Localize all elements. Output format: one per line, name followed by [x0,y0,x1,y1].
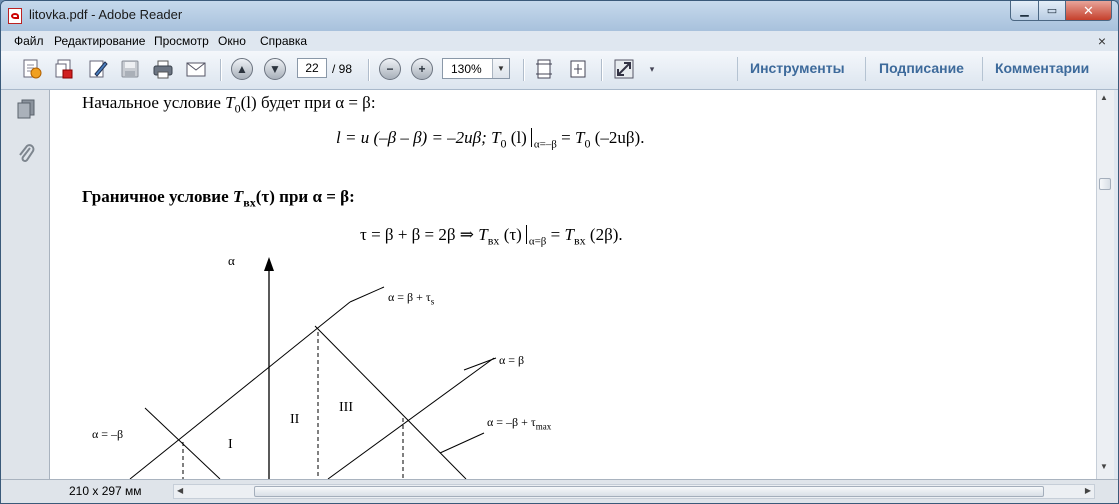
minimize-icon: ▁ [1020,5,1029,17]
scroll-right-icon[interactable]: ▶ [1085,486,1091,495]
scroll-mode-button[interactable] [532,57,556,81]
minimize-button[interactable]: ▁ [1010,1,1039,21]
print-button[interactable] [151,57,175,81]
page-total: / 98 [332,62,353,76]
edit-pdf-button[interactable] [86,57,110,81]
zoom-select[interactable]: 130% ▼ [442,58,510,79]
toolbar-options-button[interactable]: ▾ [643,57,661,81]
menu-bar: Файл Редактирование Просмотр Окно Справк… [1,31,1118,51]
document-close-icon[interactable]: × [1098,33,1106,49]
full-screen-icon [614,59,634,79]
combine-files-icon [55,59,73,79]
arrow-up-icon: ▲ [231,58,253,80]
fit-page-icon [570,60,586,78]
save-button[interactable] [118,57,142,81]
vertical-scroll-thumb[interactable] [1099,178,1111,190]
next-page-button[interactable]: ▼ [263,57,287,81]
attachments-button[interactable] [15,142,37,164]
plus-icon: + [411,58,433,80]
toolbar-separator [220,59,222,81]
document-page[interactable]: Начальное условие T0(l) будет при α = β:… [50,90,1096,479]
previous-page-button[interactable]: ▲ [230,57,254,81]
toolbar-separator [737,57,738,81]
line-alpha-eq-minus-beta-plus-tau-max [314,325,467,479]
paperclip-icon [19,144,35,162]
menu-view[interactable]: Просмотр [154,34,209,48]
label-alpha-minus-beta: α = –β [92,427,124,441]
title-bar: litovka.pdf - Adobe Reader ▁ ▭ ✕ [1,1,1118,31]
save-icon [121,60,139,78]
window-controls: ▁ ▭ ✕ [1010,1,1112,21]
pdf-app-icon [8,8,22,24]
arrow-down-icon: ▼ [264,58,286,80]
maximize-button[interactable]: ▭ [1039,1,1066,21]
zoom-in-button[interactable]: + [410,57,434,81]
horizontal-scrollbar[interactable]: ◀ ▶ [173,484,1095,499]
page-number-input[interactable]: 22 [297,58,327,78]
menu-help[interactable]: Справка [260,34,307,48]
toolbar-separator [865,57,866,81]
page-thumbnails-button[interactable] [15,98,37,120]
tools-pane-button[interactable]: Инструменты [750,60,845,76]
print-icon [153,60,173,79]
chevron-down-icon: ▾ [649,63,655,74]
close-button[interactable]: ✕ [1066,1,1112,21]
comment-pane-button[interactable]: Комментарии [995,60,1089,76]
window-title: litovka.pdf - Adobe Reader [29,7,183,22]
label-alpha-minus-beta-tau-max: α = –β + τmax [487,415,552,432]
toolbar-separator [368,59,370,81]
region-label-1: I [228,437,233,452]
alpha-axis-arrow [264,257,274,271]
status-bar: 210 x 297 мм ◀ ▶ [1,479,1118,503]
maximize-icon: ▭ [1046,5,1058,17]
characteristics-diagram [129,257,497,479]
region-label-2: II [290,412,300,427]
menu-file[interactable]: Файл [14,34,44,48]
combine-files-button[interactable] [52,57,76,81]
zoom-out-button[interactable]: − [378,57,402,81]
horizontal-scroll-thumb[interactable] [254,486,1044,497]
scroll-up-icon[interactable]: ▲ [1100,93,1108,102]
email-icon [186,62,206,77]
email-button[interactable] [184,57,208,81]
line-alpha-eq-beta [327,357,495,479]
close-icon: ✕ [1083,2,1094,18]
zoom-value: 130% [451,62,482,76]
minus-icon: − [379,58,401,80]
menu-edit[interactable]: Редактирование [54,34,145,48]
line-alpha-eq-beta-plus-tau-s-extension [349,286,385,303]
axis-label-alpha: α [228,253,235,268]
vertical-scrollbar[interactable]: ▲ ▼ [1096,90,1114,479]
chevron-down-icon[interactable]: ▼ [492,59,509,78]
toolbar-separator [601,59,603,81]
menu-window[interactable]: Окно [218,34,246,48]
fit-page-button[interactable] [566,57,590,81]
line-tau-max-leader [439,432,485,454]
scroll-left-icon[interactable]: ◀ [177,486,183,495]
region-label-3: III [339,400,353,415]
page-thumbnails-icon [17,99,35,119]
page-size-label: 210 x 297 мм [69,484,142,498]
label-alpha-beta: α = β [499,353,525,367]
app-window: litovka.pdf - Adobe Reader ▁ ▭ ✕ Файл Ре… [0,0,1119,504]
create-pdf-button[interactable] [20,57,44,81]
toolbar-separator [982,57,983,81]
toolbar-separator [523,59,525,81]
create-pdf-icon [23,59,42,79]
navigation-panel [1,90,50,479]
full-screen-button[interactable] [612,57,636,81]
scroll-down-icon[interactable]: ▼ [1100,462,1108,471]
label-alpha-beta-tau-s: α = β + τs [388,290,435,307]
scroll-mode-icon [536,59,552,79]
sign-pane-button[interactable]: Подписание [879,60,964,76]
edit-pdf-icon [89,60,108,78]
